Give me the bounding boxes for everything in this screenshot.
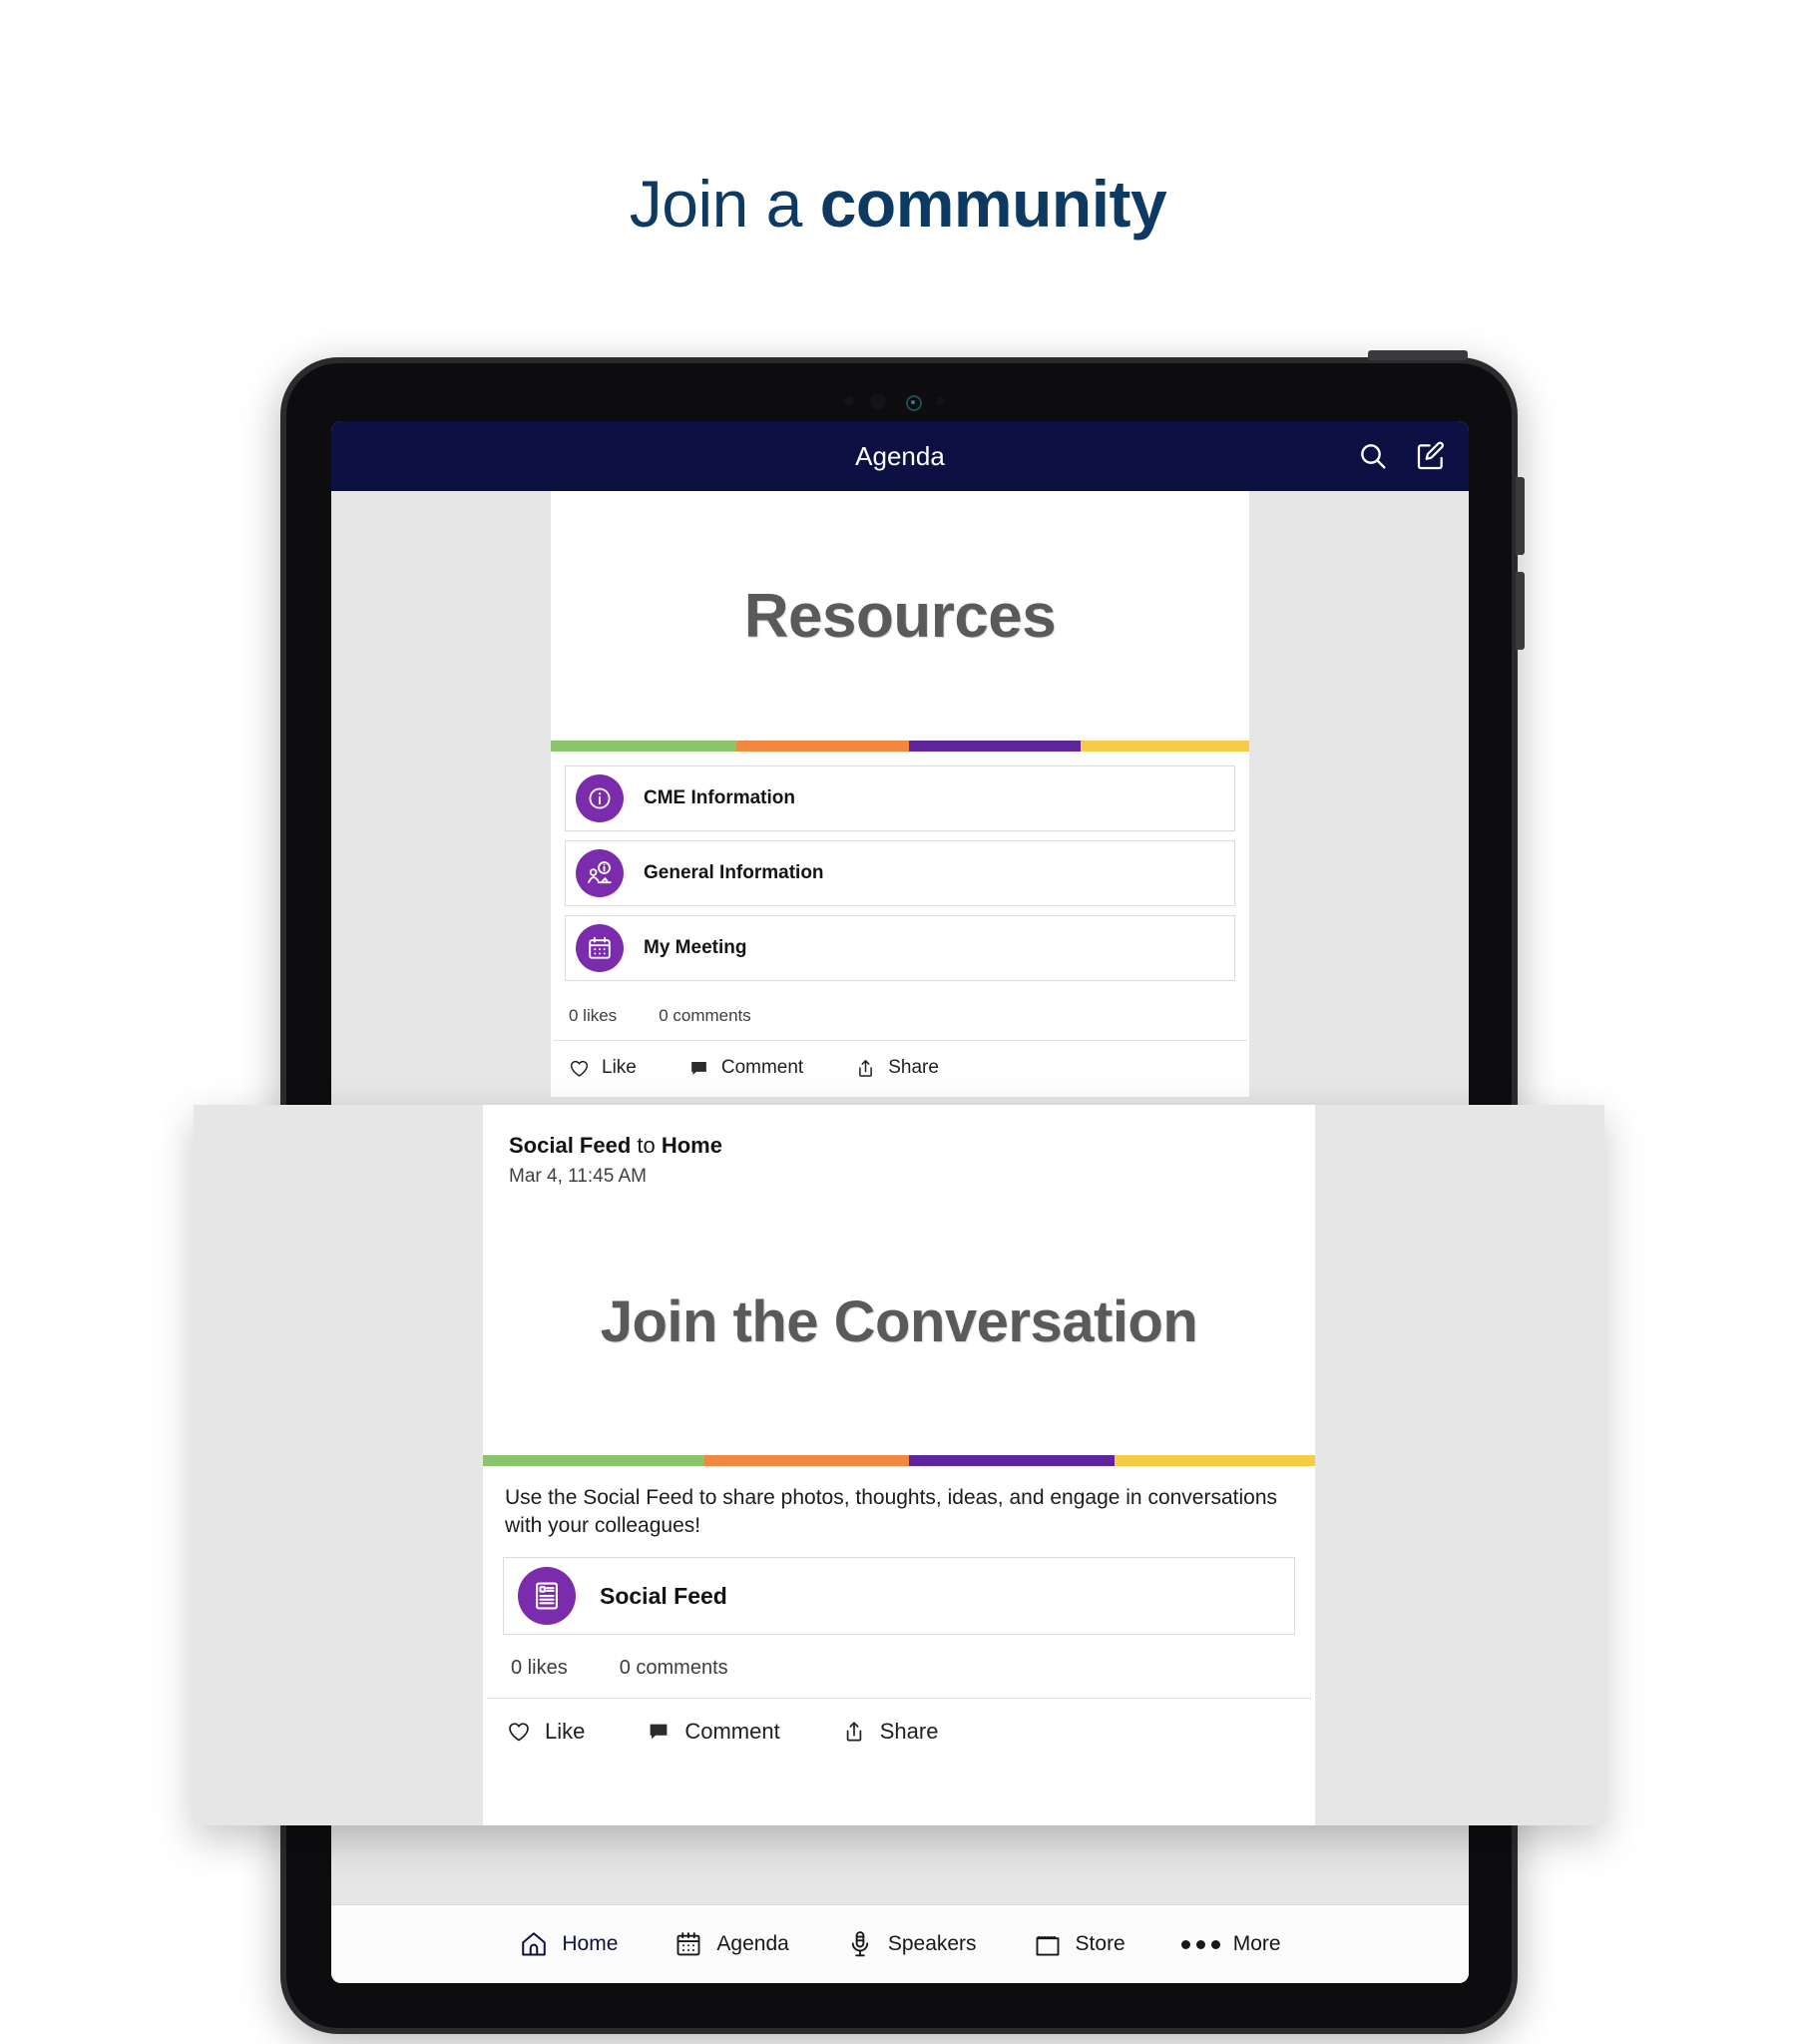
comments-count: 0 comments <box>659 1006 751 1025</box>
accent-stripe <box>483 1455 1316 1466</box>
like-button[interactable]: Like <box>507 1719 585 1745</box>
nav-item-label: Speakers <box>887 1932 977 1955</box>
volume-up-button[interactable] <box>1516 477 1525 555</box>
post-card-resources: Resources CME Information General Inform… <box>551 491 1249 1097</box>
sensor-dot-icon <box>870 393 886 409</box>
post-links: CME Information General Information My M… <box>551 752 1249 981</box>
likes-count: 0 likes <box>511 1657 568 1680</box>
heart-icon <box>507 1720 531 1744</box>
storefront-icon <box>1033 1929 1063 1959</box>
comments-count: 0 comments <box>619 1657 728 1680</box>
post-target[interactable]: Home <box>662 1133 722 1158</box>
accent-stripe <box>551 741 1249 752</box>
stripe-green <box>551 741 737 752</box>
post-actions: Like Comment Share <box>551 1041 1249 1097</box>
list-item-label: General Information <box>644 862 824 883</box>
like-label: Like <box>602 1057 637 1078</box>
post-hero-title: Resources <box>743 581 1057 651</box>
power-button[interactable] <box>1368 350 1468 360</box>
app-header: Agenda <box>331 421 1469 491</box>
nav-item-label: Home <box>562 1932 619 1955</box>
page-title-regular: Join a <box>629 167 820 241</box>
list-item-label: CME Information <box>644 787 795 808</box>
person-info-icon <box>576 849 624 897</box>
home-icon <box>519 1929 549 1959</box>
like-button[interactable]: Like <box>569 1057 637 1079</box>
post-author[interactable]: Social Feed <box>509 1133 631 1158</box>
comment-button[interactable]: Comment <box>688 1057 803 1079</box>
sensor-dot-icon <box>844 396 854 406</box>
share-icon <box>842 1720 866 1744</box>
list-item-cme-information[interactable]: CME Information <box>565 766 1235 831</box>
nav-item-store[interactable]: Store <box>1033 1929 1125 1959</box>
comment-label: Comment <box>720 1057 804 1078</box>
overlay-panel: Social Feed to Home Mar 4, 11:45 AM Join… <box>194 1105 1604 1825</box>
nav-item-speakers[interactable]: Speakers <box>845 1929 977 1959</box>
page-title-bold: community <box>819 167 1167 241</box>
post-timestamp: Mar 4, 11:45 AM <box>509 1166 647 1187</box>
stripe-purple <box>908 741 1082 752</box>
info-circle-icon <box>576 774 624 822</box>
post-counts: 0 likes 0 comments <box>487 1635 1311 1700</box>
bottom-navigation: Home Agenda Speakers Store More <box>331 1904 1469 1983</box>
likes-count: 0 likes <box>569 1006 618 1025</box>
post-preposition: to <box>631 1133 662 1158</box>
list-item-label: My Meeting <box>644 937 747 958</box>
nav-item-label: More <box>1232 1932 1281 1955</box>
search-icon[interactable] <box>1357 440 1389 472</box>
compose-icon[interactable] <box>1415 440 1447 472</box>
list-item-label: Social Feed <box>600 1582 727 1609</box>
comment-icon <box>688 1058 709 1079</box>
stripe-purple <box>909 1455 1115 1466</box>
front-camera-cluster <box>844 393 954 411</box>
post-description: Use the Social Feed to share photos, tho… <box>505 1486 1278 1537</box>
stripe-orange <box>703 1455 910 1466</box>
nav-item-label: Store <box>1075 1932 1125 1955</box>
post-counts: 0 likes 0 comments <box>553 990 1247 1041</box>
share-button[interactable]: Share <box>855 1057 939 1079</box>
page-title: Join a community <box>0 168 1796 241</box>
app-header-actions <box>1357 421 1447 491</box>
ellipsis-icon <box>1180 1939 1220 1949</box>
volume-down-button[interactable] <box>1516 572 1525 650</box>
share-icon <box>855 1058 876 1079</box>
post-hero: Resources <box>551 491 1249 741</box>
nav-item-agenda[interactable]: Agenda <box>674 1929 789 1959</box>
stripe-green <box>483 1455 704 1466</box>
post-actions: Like Comment Share <box>483 1699 1315 1765</box>
post-hero: Join the Conversation <box>483 1188 1315 1455</box>
heart-icon <box>569 1058 590 1079</box>
comment-icon <box>647 1720 671 1744</box>
stripe-yellow <box>1081 741 1249 752</box>
nav-item-more[interactable]: More <box>1180 1932 1281 1956</box>
microphone-icon <box>845 1929 875 1959</box>
share-label: Share <box>888 1057 939 1078</box>
comment-label: Comment <box>684 1719 780 1745</box>
stripe-orange <box>736 741 909 752</box>
sensor-dot-icon <box>936 397 944 405</box>
post-hero-title: Join the Conversation <box>600 1288 1198 1354</box>
front-camera-icon <box>906 395 922 411</box>
post-card-social-feed: Social Feed to Home Mar 4, 11:45 AM Join… <box>483 1105 1316 1825</box>
share-label: Share <box>879 1719 939 1745</box>
share-button[interactable]: Share <box>842 1719 939 1745</box>
app-header-title: Agenda <box>855 440 945 471</box>
nav-item-label: Agenda <box>716 1932 789 1955</box>
nav-item-home[interactable]: Home <box>519 1929 618 1959</box>
feed-article-icon <box>518 1567 576 1626</box>
post-author-line: Social Feed to Home <box>509 1133 1289 1159</box>
post-header: Social Feed to Home Mar 4, 11:45 AM <box>483 1105 1315 1188</box>
stripe-yellow <box>1114 1455 1316 1466</box>
like-label: Like <box>545 1719 586 1745</box>
list-item-social-feed[interactable]: Social Feed <box>503 1557 1295 1636</box>
calendar-icon <box>576 924 624 972</box>
calendar-icon <box>674 1929 703 1959</box>
list-item-general-information[interactable]: General Information <box>565 840 1235 906</box>
list-item-my-meeting[interactable]: My Meeting <box>565 915 1235 981</box>
comment-button[interactable]: Comment <box>647 1719 780 1745</box>
